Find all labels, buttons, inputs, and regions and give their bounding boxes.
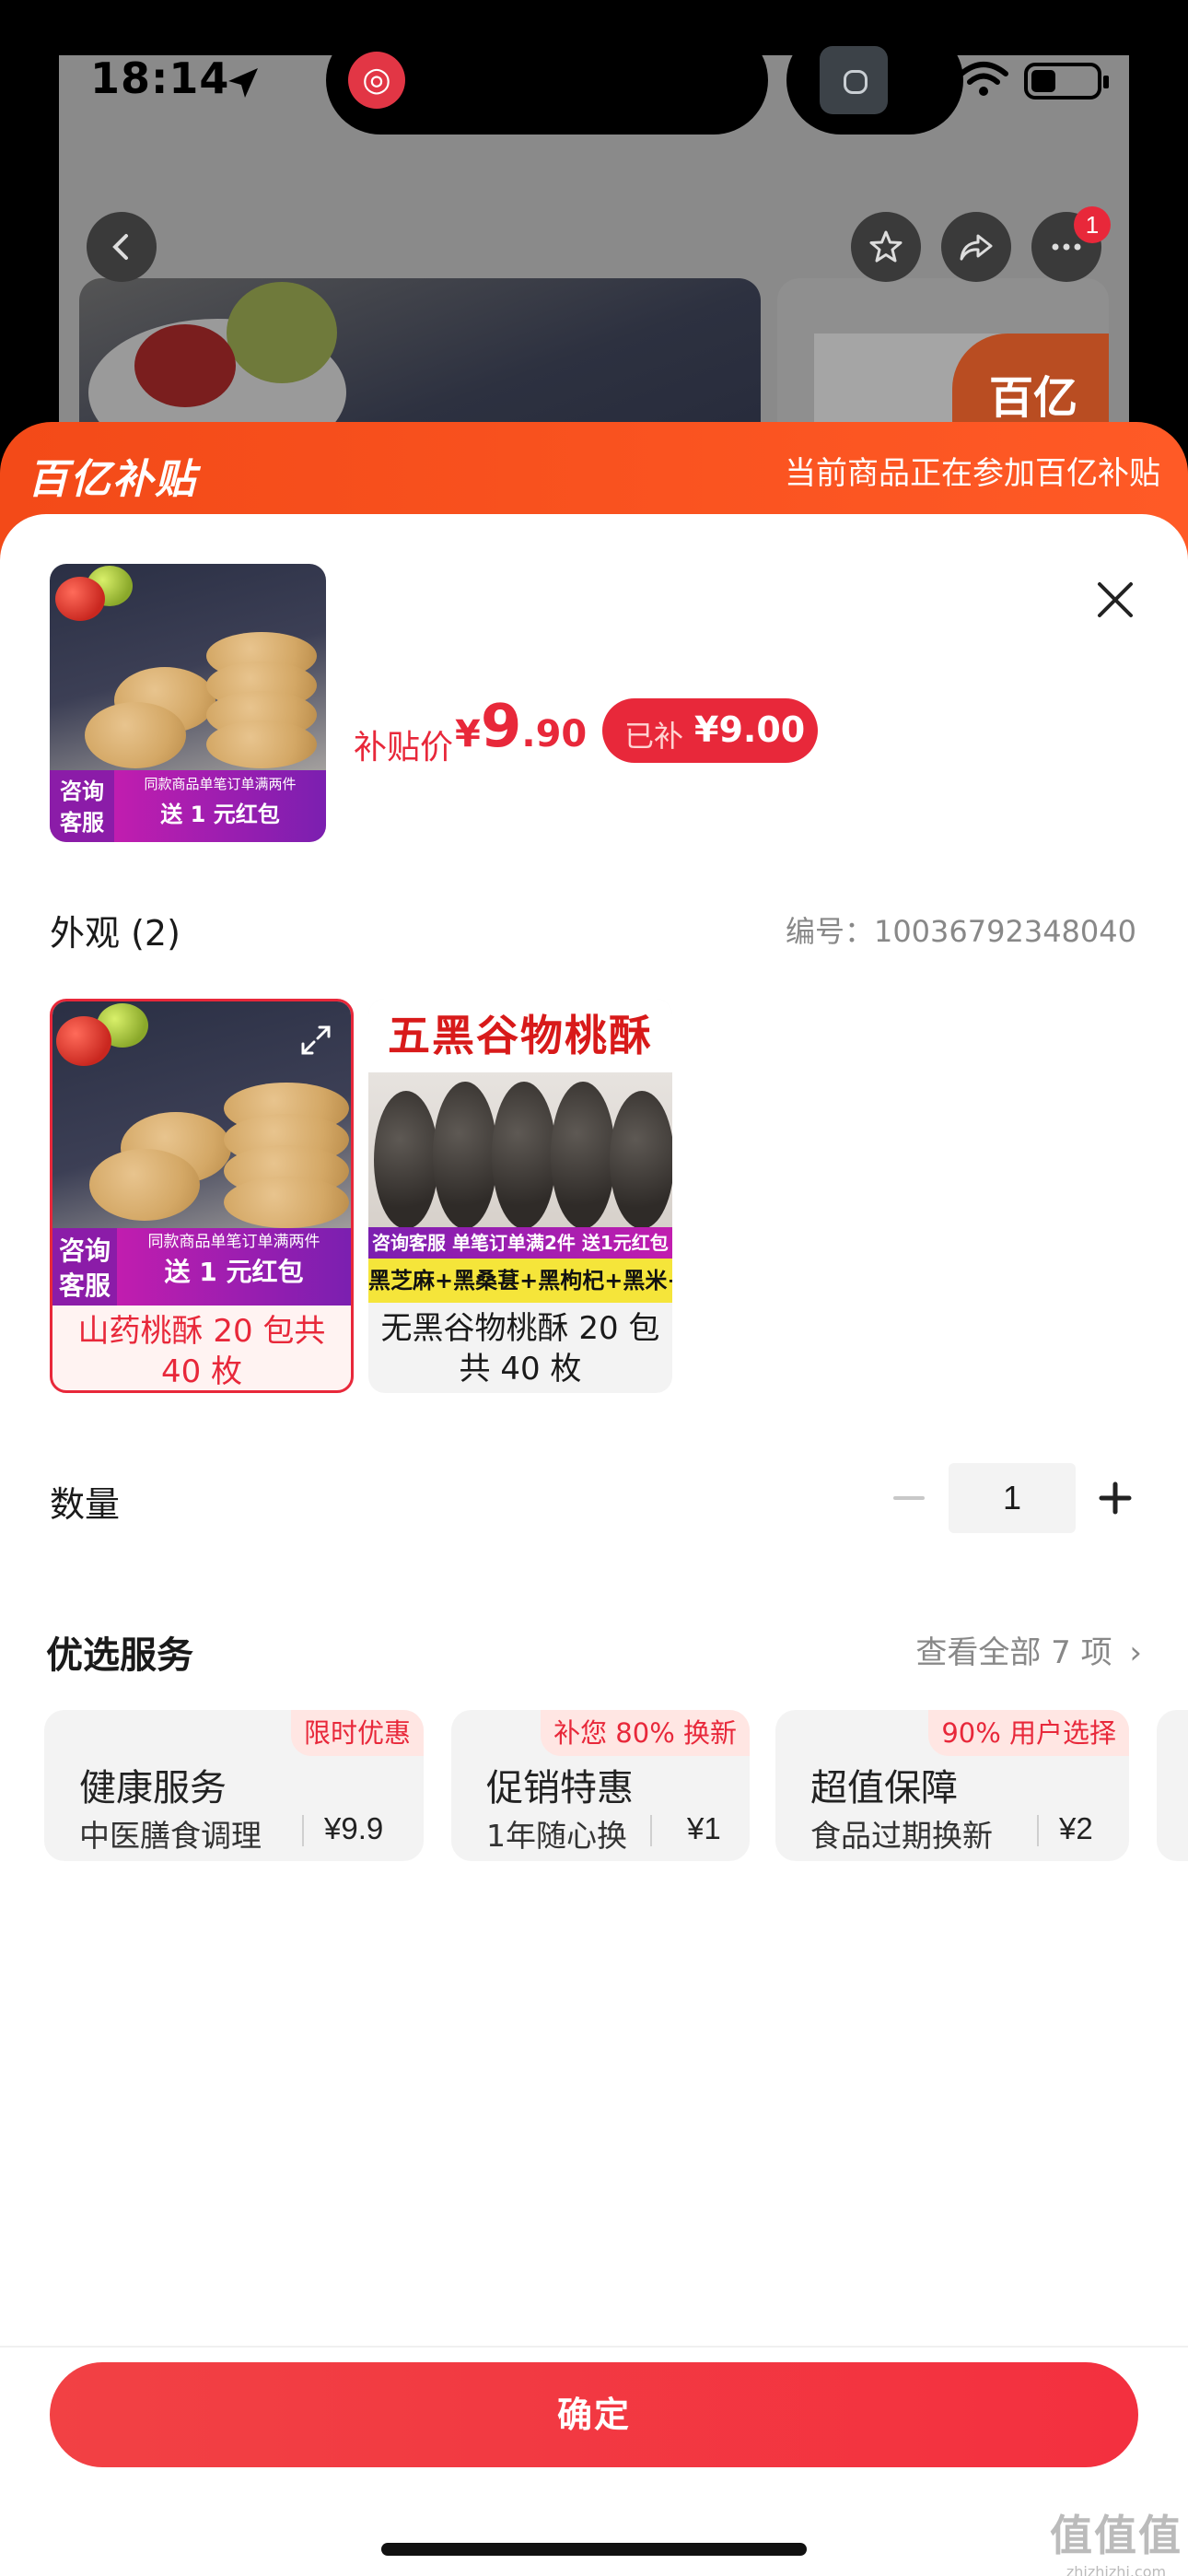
subsidy-amount: ¥9.00 [694, 709, 806, 750]
view-all-services-link[interactable]: 查看全部 7 项 › [915, 1627, 1142, 1672]
back-button[interactable] [87, 212, 157, 282]
price-currency: ¥ [455, 713, 481, 755]
chevron-left-icon [112, 234, 128, 260]
share-icon [960, 234, 993, 261]
promo-ribbon: 同款商品单笔订单满两件 送 1 元红包 [114, 770, 326, 842]
service-name: 健康服务 [79, 1767, 227, 1809]
variant-promo-condition: 同款商品单笔订单满两件 [147, 1233, 320, 1251]
expand-icon[interactable] [299, 1024, 332, 1057]
view-all-label: 查看全部 7 项 [915, 1634, 1112, 1671]
album-art-icon [820, 46, 888, 114]
service-tag: 限时优惠 [290, 1710, 424, 1756]
variant-image-2: 五黑谷物桃酥 咨询客服 单笔订单满2件 送1元红包 黑芝麻+黑桑葚+黑枸杞+黑米… [368, 999, 672, 1303]
service-card-1[interactable]: 限时优惠 健康服务 中医膳食调理 ¥9.9 [44, 1710, 424, 1861]
service-card-2[interactable]: 补您 80% 换新 促销特惠 1年随心换 ¥1 [451, 1710, 750, 1861]
variant-image-1: 咨询客服 同款商品单笔订单满两件 送 1 元红包 [52, 1001, 351, 1306]
subsidy-brand-logo: 百亿补贴 [28, 456, 197, 503]
notification-badge: 1 [1074, 206, 1111, 243]
subsidy-note: 当前商品正在参加百亿补贴 [785, 455, 1160, 492]
variant-headline: 五黑谷物桃酥 [368, 999, 672, 1072]
quantity-increase-button[interactable] [1092, 1478, 1138, 1518]
star-icon [869, 230, 903, 263]
service-card-4-peek[interactable] [1157, 1710, 1188, 1861]
service-desc: 食品过期换新 [810, 1818, 993, 1854]
service-price: ¥1 [687, 1811, 721, 1845]
product-promo-strip: 咨询客服 同款商品单笔订单满两件 送 1 元红包 [50, 770, 326, 842]
variant-consult-label: 咨询客服 [52, 1228, 117, 1306]
dynamic-island-media [786, 26, 963, 135]
confirm-button[interactable]: 确定 [50, 2362, 1138, 2467]
variant-option-2[interactable]: 五黑谷物桃酥 咨询客服 单笔订单满2件 送1元红包 黑芝麻+黑桑葚+黑枸杞+黑米… [368, 999, 672, 1393]
wifi-icon [959, 62, 1008, 96]
quantity-label: 数量 [50, 1484, 121, 1525]
service-tag: 补您 80% 换新 [541, 1710, 750, 1756]
service-card-3[interactable]: 90% 用户选择 超值保障 食品过期换新 ¥2 [775, 1710, 1129, 1861]
background-page: 18:14 ◎ 百亿 1 [0, 0, 1188, 499]
chevron-right-icon: › [1129, 1634, 1142, 1671]
service-tag: 90% 用户选择 [928, 1710, 1129, 1756]
variant-option-1[interactable]: 咨询客服 同款商品单笔订单满两件 送 1 元红包 山药桃酥 20 包共 40 枚 [50, 999, 354, 1393]
favorite-button[interactable] [851, 212, 921, 282]
subsidy-label: 已补 [624, 719, 684, 754]
variant-caption-2: 无黑谷物桃酥 20 包共 40 枚 [380, 1310, 660, 1388]
promo-reward: 送 1 元红包 [160, 802, 280, 827]
promo-condition: 同款商品单笔订单满两件 [144, 776, 297, 792]
price-label: 补贴价 [354, 729, 454, 767]
dynamic-island: ◎ [326, 26, 768, 135]
price-integer: 9 [480, 693, 522, 761]
product-serial: 编号：10036792348040 [785, 914, 1136, 949]
service-desc: 1年随心换 [486, 1818, 627, 1854]
consult-label: 咨询客服 [50, 770, 114, 842]
appearance-title: 外观 (2) [50, 913, 181, 954]
watermark-url: zhizhizhi.com [1066, 2563, 1167, 2576]
service-name: 促销特惠 [486, 1767, 634, 1809]
battery-icon [1024, 63, 1109, 100]
price-value: ¥9.90 [455, 693, 587, 761]
quantity-input[interactable]: 1 [949, 1463, 1076, 1533]
service-name: 超值保障 [810, 1767, 958, 1809]
service-desc: 中医膳食调理 [79, 1818, 262, 1854]
product-thumbnail[interactable]: 咨询客服 同款商品单笔订单满两件 送 1 元红包 [50, 564, 326, 842]
variant-ingredients: 黑芝麻+黑桑葚+黑枸杞+黑米+黑豆 [368, 1259, 672, 1303]
close-icon[interactable] [1092, 577, 1138, 623]
service-price: ¥2 [1059, 1811, 1093, 1845]
bottom-divider [0, 2346, 1188, 2348]
location-arrow-icon [228, 68, 258, 98]
variant-caption-1: 山药桃酥 20 包共 40 枚 [77, 1313, 326, 1390]
variant-promo-line: 咨询客服 单笔订单满2件 送1元红包 [368, 1227, 672, 1259]
variant-promo-reward: 送 1 元红包 [164, 1257, 304, 1287]
music-app-icon: ◎ [348, 52, 405, 109]
watermark: 值值值 zhizhizhi.com [1050, 2502, 1182, 2576]
service-price: ¥9.9 [324, 1811, 384, 1845]
status-time: 18:14 [90, 53, 230, 103]
subsidy-amount-badge: 已补 ¥9.00 [602, 698, 818, 763]
home-indicator [381, 2543, 807, 2556]
watermark-title: 值值值 [1050, 2511, 1182, 2560]
quantity-decrease-button[interactable] [886, 1478, 932, 1518]
share-button[interactable] [941, 212, 1011, 282]
price-decimal: .90 [521, 713, 588, 755]
services-title: 优选服务 [46, 1634, 193, 1677]
